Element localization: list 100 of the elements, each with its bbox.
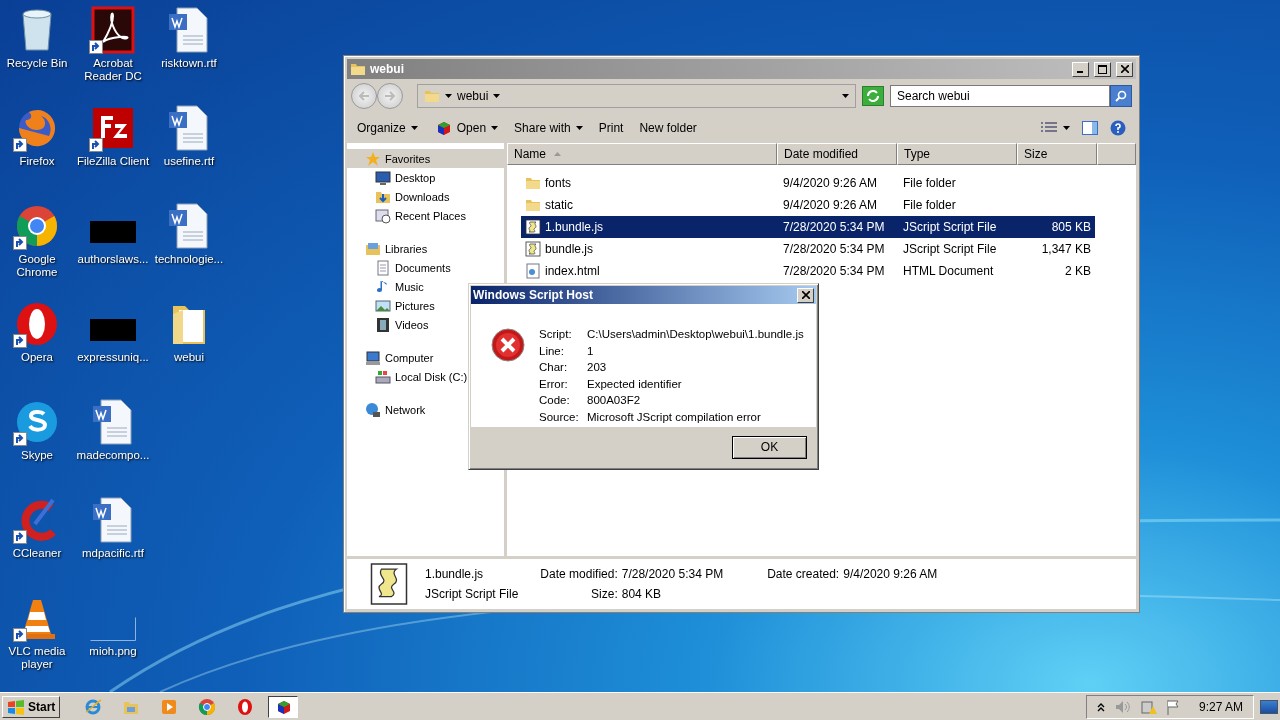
search-field[interactable]: Search webui: [890, 85, 1110, 107]
nav-item[interactable]: Libraries: [347, 239, 504, 258]
window-title: webui: [370, 62, 405, 76]
nav-item[interactable]: Downloads: [347, 187, 504, 206]
toolbar-menu[interactable]: Organize: [357, 121, 418, 135]
desktop-icon-label[interactable]: VLC media player: [0, 645, 74, 671]
details-label: Date created:: [767, 567, 840, 581]
nav-item[interactable]: Local Disk (C:): [347, 367, 504, 386]
film-strip-icon: [375, 316, 391, 333]
file-date: 9/4/2020 9:26 AM: [783, 176, 878, 190]
nav-item[interactable]: Recent Places: [347, 206, 504, 225]
file-row[interactable]: bundle.js 7/28/2020 5:34 PM JScript Script File 1,347 KB: [521, 238, 1095, 260]
error-field-value: Expected identifier: [587, 377, 683, 392]
minimize-button[interactable]: [1072, 61, 1089, 77]
help-button[interactable]: [1110, 120, 1126, 136]
desktop-icon-label[interactable]: madecompo...: [76, 449, 150, 462]
desktop-icon-label[interactable]: Opera: [21, 351, 53, 364]
network-icon: [365, 401, 381, 418]
column-header[interactable]: Type: [897, 143, 1017, 165]
desktop-icon-label[interactable]: FileZilla Client: [76, 155, 150, 168]
toolbar-menu[interactable]: Print: [598, 121, 624, 135]
desktop-icon-label[interactable]: technologie...: [154, 253, 224, 266]
library-icon: [365, 240, 381, 257]
start-button[interactable]: Start: [2, 695, 61, 718]
details-file-type: JScript Script File: [425, 587, 519, 601]
dialog-title: Windows Script Host: [473, 288, 594, 302]
web-page-icon: [525, 263, 541, 279]
desktop-icon-label[interactable]: authorslaws...: [77, 253, 149, 266]
close-icon: [1120, 65, 1129, 73]
desktop-icon-label[interactable]: Recycle Bin: [6, 57, 68, 70]
file-row[interactable]: fonts 9/4/2020 9:26 AM File folder: [521, 172, 1095, 194]
file-row[interactable]: index.html 7/28/2020 5:34 PM HTML Document 2 KB: [521, 260, 1095, 282]
nav-item[interactable]: Favorites: [347, 149, 504, 168]
nav-item[interactable]: Videos: [347, 315, 504, 334]
computer-icon: [365, 349, 381, 366]
error-field-label: Script:: [539, 328, 573, 342]
file-row[interactable]: 1.bundle.js 7/28/2020 5:34 PM JScript Script File 805 KB: [521, 216, 1095, 238]
column-header[interactable]: Date modified: [777, 143, 897, 165]
close-button[interactable]: [797, 287, 814, 303]
desktop-icon-label[interactable]: mioh.png: [89, 645, 137, 658]
file-date: 7/28/2020 5:34 PM: [783, 220, 885, 234]
desktop-icon-label[interactable]: risktown.rtf: [161, 57, 217, 70]
folder-icon: [350, 61, 366, 77]
toolbar-menu[interactable]: Open: [433, 119, 499, 137]
ok-button[interactable]: OK: [732, 435, 807, 459]
desktop-icon-label[interactable]: CCleaner: [12, 547, 62, 560]
close-button[interactable]: [1116, 61, 1133, 77]
caret-icon: [493, 94, 501, 98]
column-header[interactable]: Size: [1017, 143, 1097, 165]
desktop-icon-label[interactable]: webui: [173, 351, 205, 364]
nav-item[interactable]: Documents: [347, 258, 504, 277]
column-header[interactable]: Name: [507, 143, 777, 165]
file-type: JScript Script File: [903, 220, 997, 234]
folder-icon: [525, 197, 541, 213]
search-button[interactable]: [1110, 85, 1132, 107]
chevron-up-icon[interactable]: [1096, 701, 1105, 712]
desktop-icon-label[interactable]: Acrobat Reader DC: [76, 57, 150, 83]
star-icon: [365, 150, 381, 167]
file-size: 2 KB: [1065, 264, 1091, 278]
toolbar-menu[interactable]: Share with: [514, 121, 583, 135]
desktop-icon-label[interactable]: expressuniq...: [77, 351, 149, 364]
hard-disk-icon: [375, 368, 391, 385]
desktop-icon-label[interactable]: mdpacific.rtf: [82, 547, 144, 560]
file-date: 9/4/2020 9:26 AM: [783, 198, 878, 212]
file-name: index.html: [545, 264, 600, 278]
file-name: fonts: [545, 176, 571, 190]
nav-item[interactable]: Network: [347, 400, 504, 419]
folder-icon: [525, 175, 541, 191]
desktop-icon-label[interactable]: Google Chrome: [0, 253, 74, 279]
error-field-label: Char:: [539, 361, 569, 375]
windows-flag-icon: [7, 698, 25, 715]
sort-arrow-icon: [554, 152, 561, 156]
desktop-icon-label[interactable]: usefine.rtf: [163, 155, 215, 168]
maximize-icon: [1098, 64, 1107, 74]
clock[interactable]: 9:27 AM: [1198, 699, 1243, 714]
refresh-button[interactable]: [862, 86, 884, 106]
desktop-icon: [375, 169, 391, 186]
documents-icon: [375, 259, 391, 276]
search-icon: [1115, 90, 1127, 102]
address-bar[interactable]: webui: [417, 84, 856, 108]
details-value: 9/4/2020 9:26 AM: [843, 567, 938, 581]
list-view-icon: [1041, 122, 1057, 134]
refresh-icon: [866, 90, 880, 102]
media-player-icon: [160, 697, 179, 716]
show-desktop-button[interactable]: [1260, 699, 1278, 714]
nav-item[interactable]: Desktop: [347, 168, 504, 187]
help-icon: [1110, 120, 1126, 136]
nav-item[interactable]: Computer: [347, 348, 504, 367]
breadcrumb[interactable]: webui: [457, 89, 489, 103]
flag-icon[interactable]: [1166, 698, 1181, 715]
taskbar-app-button[interactable]: [268, 695, 299, 718]
preview-pane-button[interactable]: [1082, 121, 1098, 135]
file-type: JScript Script File: [903, 242, 997, 256]
desktop-icon-label[interactable]: Firefox: [19, 155, 55, 168]
error-field-label: Source:: [539, 410, 580, 425]
view-options-button[interactable]: [1041, 122, 1070, 134]
file-row[interactable]: static 9/4/2020 9:26 AM File folder: [521, 194, 1095, 216]
desktop-icon-label[interactable]: Skype: [21, 449, 53, 462]
toolbar-menu[interactable]: New folder: [639, 121, 697, 135]
maximize-button[interactable]: [1094, 61, 1111, 77]
